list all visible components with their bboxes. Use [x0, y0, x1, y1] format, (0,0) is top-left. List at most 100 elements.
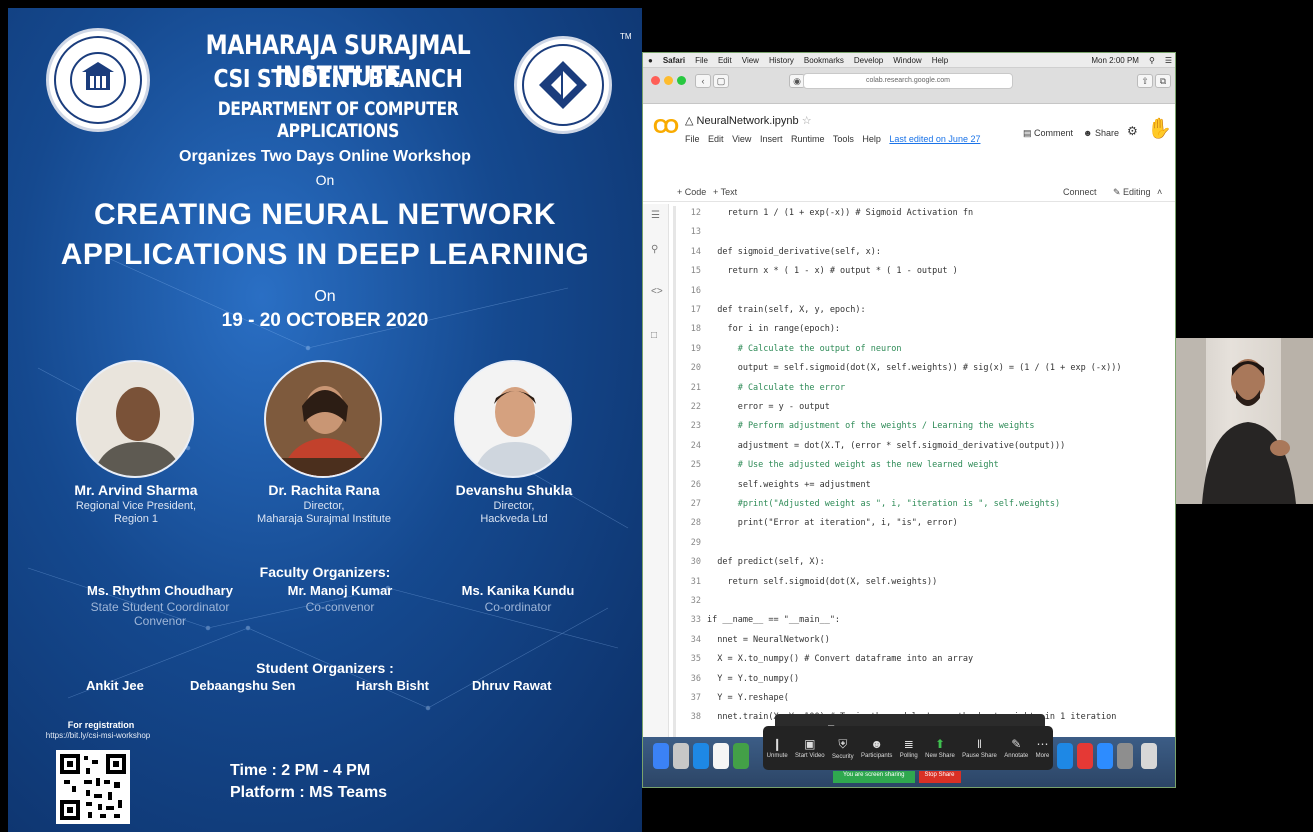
code-line[interactable]: # Calculate the output of neuron — [707, 344, 902, 354]
share-button[interactable]: ☻ Share — [1083, 128, 1119, 138]
messages-icon[interactable] — [733, 743, 749, 769]
stop-share-button[interactable]: Stop Share — [918, 771, 961, 783]
files-icon[interactable]: □ — [651, 330, 657, 341]
address-bar[interactable]: colab.research.google.com — [803, 73, 1013, 89]
code-line[interactable]: for i in range(epoch): — [707, 324, 840, 334]
code-line[interactable]: nnet = NeuralNetwork() — [707, 635, 830, 645]
menu-edit[interactable]: Edit — [708, 134, 724, 144]
code-line[interactable]: output = self.sigmoid(dot(X, self.weight… — [707, 363, 1122, 373]
chevron-up-icon[interactable]: ˄ — [1157, 187, 1162, 197]
menu-item[interactable]: Develop — [854, 56, 883, 65]
notebook-name[interactable]: NeuralNetwork.ipynb — [697, 115, 799, 127]
search-icon[interactable]: ⚲ — [1149, 56, 1155, 65]
sidebar-button[interactable]: ▢ — [713, 74, 729, 88]
menu-item[interactable]: File — [695, 56, 708, 65]
star-icon[interactable]: ☆ — [802, 115, 812, 127]
menu-item[interactable]: View — [742, 56, 759, 65]
clock[interactable]: Mon 2:00 PM — [1091, 56, 1139, 65]
zoom-control-label: Participants — [861, 753, 893, 759]
zoom-control-security[interactable]: ⛨ Security — [832, 737, 854, 760]
add-code-button[interactable]: + Code — [677, 187, 706, 197]
mail-icon[interactable] — [713, 743, 729, 769]
code-line[interactable]: adjustment = dot(X.T, (error * self.sigm… — [707, 441, 1066, 451]
back-button[interactable]: ‹ — [695, 74, 711, 88]
menu-file[interactable]: File — [685, 134, 700, 144]
apple-icon[interactable]: ● — [648, 56, 653, 65]
settings-gear-icon[interactable]: ⚙ — [1127, 124, 1138, 138]
app-store-icon[interactable] — [1057, 743, 1073, 769]
code-line[interactable]: error = y - output — [707, 402, 830, 412]
line-number: 22 — [690, 402, 701, 412]
code-line[interactable]: def predict(self, X): — [707, 557, 824, 567]
minimize-window-button[interactable] — [664, 76, 673, 85]
zoom-control-unmute[interactable]: ❙ Unmute — [767, 737, 788, 759]
participant-video[interactable] — [1176, 338, 1313, 504]
code-line[interactable]: # Calculate the error — [707, 383, 845, 393]
code-line[interactable]: Y = Y.reshape( — [707, 693, 789, 703]
code-line[interactable]: #print("Adjusted weight as ", i, "iterat… — [707, 499, 1060, 509]
zoom-control-participants[interactable]: ☻ Participants — [861, 737, 892, 759]
code-line[interactable]: if __name__ == "__main__": — [707, 615, 840, 625]
code-line[interactable]: Y = Y.to_numpy() — [707, 674, 799, 684]
zoom-control-more[interactable]: ⋯ More — [1036, 737, 1050, 759]
menu-insert[interactable]: Insert — [760, 134, 783, 144]
toc-icon[interactable]: ☰ — [651, 210, 660, 221]
code-line[interactable]: self.weights += adjustment — [707, 480, 871, 490]
menu-help[interactable]: Help — [862, 134, 881, 144]
code-line[interactable]: # Perform adjustment of the weights / Le… — [707, 421, 1035, 431]
zoom-control-polling[interactable]: ≣ Polling — [900, 737, 918, 759]
menu-item[interactable]: Window — [893, 56, 921, 65]
code-line[interactable]: print("Error at iteration", i, "is", err… — [707, 518, 958, 528]
menu-list-icon[interactable]: ☰ — [1165, 56, 1172, 65]
line-number: 36 — [690, 673, 701, 684]
colab-notebook: CO △ NeuralNetwork.ipynb ☆ File Edit Vie… — [643, 104, 1175, 764]
connect-button[interactable]: Connect — [1063, 187, 1097, 197]
line-number: 15 — [690, 266, 701, 277]
code-line[interactable]: def train(self, X, y, epoch): — [707, 305, 865, 315]
notebook-title[interactable]: △ NeuralNetwork.ipynb ☆ — [685, 114, 812, 127]
registration-qr-code[interactable] — [56, 750, 130, 824]
zoom-control-new-share[interactable]: ⬆ New Share — [925, 737, 955, 759]
zoom-control-pause-share[interactable]: ‖ Pause Share — [962, 737, 997, 759]
share-icon[interactable]: ⇧ — [1137, 74, 1153, 88]
menu-runtime[interactable]: Runtime — [791, 134, 825, 144]
menu-item[interactable]: Bookmarks — [804, 56, 844, 65]
code-line[interactable]: # Use the adjusted weight as the new lea… — [707, 460, 999, 470]
code-line[interactable]: def sigmoid_derivative(self, x): — [707, 247, 881, 257]
menu-item[interactable]: History — [769, 56, 794, 65]
menu-item[interactable]: Safari — [663, 56, 685, 65]
menu-item[interactable]: Help — [932, 56, 948, 65]
code-line[interactable]: X = X.to_numpy() # Convert dataframe int… — [707, 654, 973, 664]
tabs-icon[interactable]: ⧉ — [1155, 74, 1171, 88]
music-icon[interactable] — [1077, 743, 1093, 769]
trash-icon[interactable] — [1141, 743, 1157, 769]
comment-button[interactable]: ▤ Comment — [1023, 128, 1073, 139]
zoom-control-label: Annotate — [1004, 753, 1029, 759]
menu-tools[interactable]: Tools — [833, 134, 854, 144]
finder-icon[interactable] — [653, 743, 669, 769]
code-line[interactable]: return 1 / (1 + exp(-x)) # Sigmoid Activ… — [707, 208, 973, 218]
search-icon[interactable]: ⚲ — [651, 244, 658, 255]
close-window-button[interactable] — [651, 76, 660, 85]
code-line[interactable]: return self.sigmoid(dot(X, self.weights)… — [707, 577, 937, 587]
menu-item[interactable]: Edit — [718, 56, 732, 65]
add-text-button[interactable]: + Text — [713, 187, 737, 197]
safari-toolbar: ‹ ▢ ◉ colab.research.google.com ⇧ ⧉ — [643, 68, 1175, 104]
colab-logo-icon[interactable]: CO — [653, 116, 679, 139]
zoom-control-start-video[interactable]: ▣ Start Video — [795, 737, 825, 759]
launchpad-icon[interactable] — [673, 743, 689, 769]
zoom-icon[interactable] — [1097, 743, 1113, 769]
registration-link[interactable]: https://bit.ly/csi-msi-workshop — [18, 731, 178, 740]
menu-view[interactable]: View — [732, 134, 751, 144]
preferences-icon[interactable] — [1117, 743, 1133, 769]
code-cell[interactable]: 12 return 1 / (1 + exp(-x)) # Sigmoid Ac… — [681, 208, 1122, 758]
speaker-role: Director, — [493, 500, 535, 512]
editing-button[interactable]: ✎ Editing — [1113, 187, 1151, 198]
last-saved-link[interactable]: Last edited on June 27 — [889, 134, 980, 144]
safari-icon[interactable] — [693, 743, 709, 769]
zoom-control-label: Pause Share — [962, 753, 997, 759]
code-snippets-icon[interactable]: <> — [651, 286, 663, 297]
zoom-window-button[interactable] — [677, 76, 686, 85]
zoom-control-annotate[interactable]: ✎ Annotate — [1004, 737, 1028, 759]
code-line[interactable]: return x * ( 1 - x) # output * ( 1 - out… — [707, 266, 957, 276]
